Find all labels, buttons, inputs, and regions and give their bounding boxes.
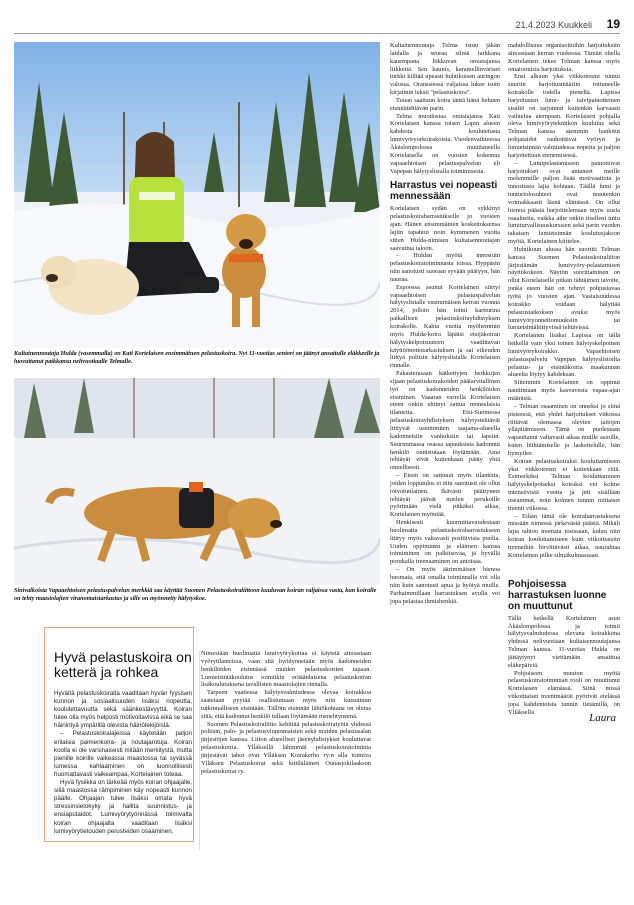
page-number: 19 (606, 17, 620, 31)
photo1-caption: Kultainennoutaja Hulda (vasemmalla) on K… (14, 350, 380, 365)
paragraph: Tuuan saattaun koira täntä hänä liehuen … (390, 96, 500, 112)
page-header: 21.4.2023 Kuukkeli 19 (0, 0, 634, 34)
paragraph: mahdollisuus organisoituihin harjoituksi… (508, 42, 620, 73)
paragraph: Huhtikuun alussa hän suoritti Telman kan… (508, 245, 620, 332)
header-rule (14, 33, 620, 34)
paragraph: Pakasterasaan kätkettyjen herkkujen sija… (390, 370, 500, 472)
subheading-harrastus: Harrastus vei nopeasti mennessään (390, 180, 498, 203)
paragraph: Siitemmin Kortelainen on oppinut nauttim… (508, 379, 620, 402)
article-column-3: Nimestään huolimatta lumivyörykoiraa ei … (201, 650, 371, 776)
paragraph: – Lumipelastamiseen painottuvat harjoitu… (508, 159, 620, 246)
paragraph: – Pelastuskoiralajeissa käytetään paljon… (54, 730, 192, 778)
paragraph: Espoossa asunut Kortelainen siirtyi vapa… (390, 283, 500, 370)
paragraph: – Eihän tämä ole koiraharrastuksena miss… (508, 512, 620, 559)
paragraph: – On myös äärimmäisen hienoa huomata, et… (390, 566, 500, 605)
paragraph: Tällä hetkellä Kortelainen asuu Äkäslomp… (508, 614, 620, 669)
subheading-pohjoisessa: Pohjoisessa harrastuksen luonne on muutt… (508, 578, 607, 612)
author-signature: Laura (589, 712, 616, 724)
photo-running-dog-image (14, 378, 380, 585)
paragraph: Kortelaisen sydän on sykkinyt pelastusko… (390, 205, 500, 252)
paragraph: Koiran pelastuskoiraksi kouluttamiseen y… (508, 457, 620, 512)
photo-handler-with-dogs-image (14, 42, 380, 348)
paragraph: Ensi alkuun yksi viikkotreeni tuntui suu… (508, 73, 620, 159)
paragraph: Henkisesti kuormittavuudestaan huolimatt… (390, 519, 500, 566)
article-column-1: Kultainennoutaja Telma istuu jäkän laida… (390, 42, 500, 605)
paragraph: – Huldan myötä innostuin pelastuskoirato… (390, 252, 500, 283)
paragraph: Telma muodostaa omistajansa Kati Kortela… (390, 112, 500, 175)
photo-running-dog (14, 378, 380, 585)
paragraph: Nimestään huolimatta lumivyörykoiraa ei … (201, 650, 371, 689)
article-column-2: mahdollisuus organisoituihin harjoituksi… (508, 42, 620, 717)
paragraph: – Telman osaaminen on onneksi jo siinä p… (508, 402, 620, 457)
paragraph: Pohjoiseen muuton myötä pelastuskoiratoi… (508, 669, 620, 716)
paragraph: Tarpeen vaatiessa hälytysvalmiudessa ole… (201, 689, 371, 720)
photo-handler-with-dogs (14, 42, 380, 348)
infobox-title: Hyvä pelastuskoira on ketterä ja rohkea (54, 649, 192, 680)
paragraph: Suomen Pelastuskoiraliitto kehittää pela… (201, 720, 371, 775)
photo2-caption: Sinivalkoista Vapaaehtoisen pelastuspalv… (14, 587, 377, 602)
paragraph: Hyvä fysiikka on tärkeää myös koiran ohj… (54, 779, 192, 835)
paragraph: – Eteen on sattunut myös tilanteita, joi… (390, 472, 500, 519)
column-divider (199, 650, 200, 850)
paragraph: Kortelainen lisäksi Lapissa on tällä het… (508, 332, 620, 379)
infobox-text: Hyvältä pelastuskoiralta vaaditaan hyvän… (54, 690, 192, 836)
issue-date: 21.4.2023 Kuukkeli (515, 20, 592, 30)
paragraph: Hyvältä pelastuskoiralta vaaditaan hyvän… (54, 690, 192, 730)
paragraph: Kultainennoutaja Telma istuu jäkän laida… (390, 42, 500, 97)
